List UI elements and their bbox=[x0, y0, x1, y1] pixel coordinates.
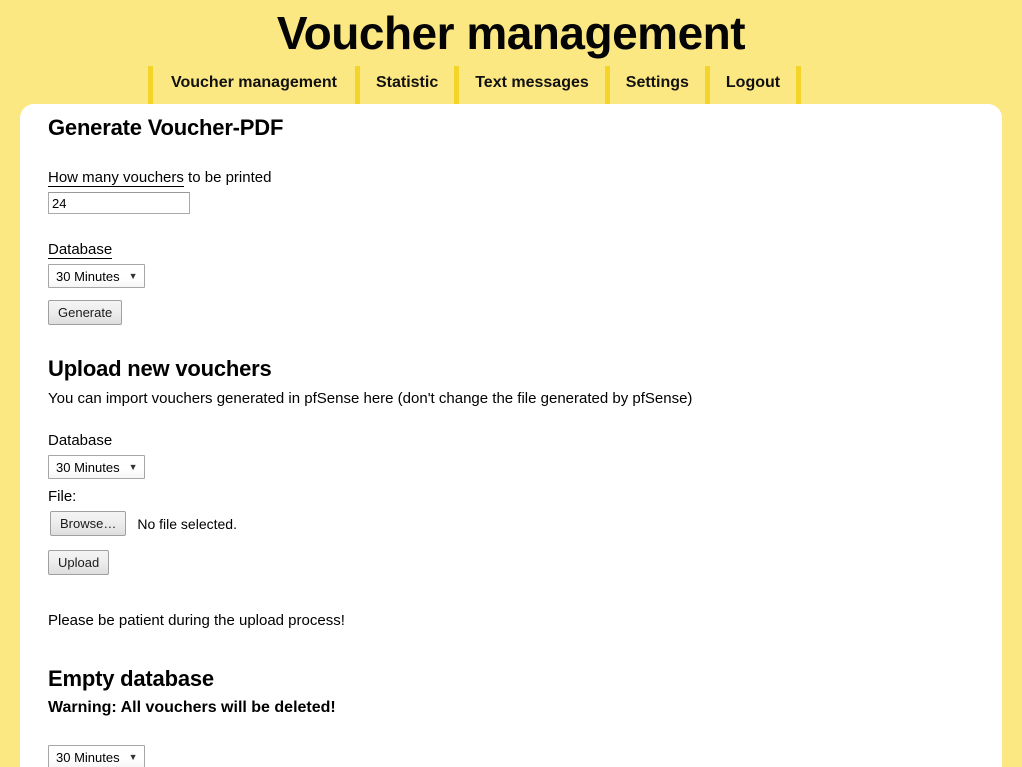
upload-section-description: You can import vouchers generated in pfS… bbox=[48, 390, 693, 407]
browse-button[interactable]: Browse… bbox=[50, 511, 127, 536]
page-header: Voucher management Voucher management St… bbox=[0, 0, 1022, 104]
voucher-count-input[interactable] bbox=[48, 192, 190, 214]
nav-item-logout[interactable]: Logout bbox=[710, 66, 796, 104]
upload-database-label: Database bbox=[48, 432, 113, 449]
voucher-count-label-rest: to be printed bbox=[183, 169, 272, 186]
page-title: Voucher management bbox=[276, 7, 746, 59]
generate-database-select-value: 30 Minutes bbox=[56, 268, 120, 284]
nav-separator bbox=[796, 66, 802, 104]
upload-patience-note: Please be patient during the upload proc… bbox=[48, 612, 345, 629]
content-panel: Generate Voucher-PDF How many vouchers t… bbox=[20, 104, 1002, 767]
file-picker-row: Browse… No file selected. bbox=[48, 511, 974, 536]
nav-item-voucher-management[interactable]: Voucher management bbox=[153, 66, 355, 104]
empty-database-warning: Warning: All vouchers will be deleted! bbox=[48, 699, 336, 716]
voucher-count-label: How many vouchers to be printed bbox=[48, 168, 974, 188]
file-label: File: bbox=[48, 488, 77, 505]
voucher-count-label-underlined: How many vouchers bbox=[48, 169, 184, 187]
upload-database-select-value: 30 Minutes bbox=[56, 459, 120, 475]
empty-database-select-value: 30 Minutes bbox=[56, 749, 120, 765]
upload-button[interactable]: Upload bbox=[48, 550, 110, 575]
nav-item-text-messages[interactable]: Text messages bbox=[459, 66, 605, 104]
chevron-down-icon: ▼ bbox=[128, 751, 138, 762]
empty-database-select[interactable]: 30 Minutes ▼ bbox=[48, 745, 145, 767]
generate-button[interactable]: Generate bbox=[48, 300, 123, 325]
nav-item-statistic[interactable]: Statistic bbox=[360, 66, 454, 104]
upload-database-select[interactable]: 30 Minutes ▼ bbox=[48, 455, 145, 479]
generate-voucher-section: Generate Voucher-PDF How many vouchers t… bbox=[48, 114, 974, 325]
chevron-down-icon: ▼ bbox=[128, 461, 138, 472]
upload-section-heading: Upload new vouchers bbox=[48, 356, 272, 381]
file-status-text: No file selected. bbox=[137, 515, 237, 532]
generate-database-select[interactable]: 30 Minutes ▼ bbox=[48, 264, 145, 288]
generate-database-label-text: Database bbox=[48, 241, 113, 259]
generate-database-label: Database bbox=[48, 240, 974, 260]
nav-item-settings[interactable]: Settings bbox=[610, 66, 705, 104]
upload-vouchers-section: Upload new vouchers You can import vouch… bbox=[48, 355, 974, 631]
empty-database-section: Empty database Warning: All vouchers wil… bbox=[48, 665, 974, 767]
empty-database-heading: Empty database bbox=[48, 666, 214, 691]
generate-section-heading: Generate Voucher-PDF bbox=[48, 115, 284, 140]
main-navigation: Voucher management Statistic Text messag… bbox=[0, 66, 1022, 104]
chevron-down-icon: ▼ bbox=[128, 270, 138, 281]
